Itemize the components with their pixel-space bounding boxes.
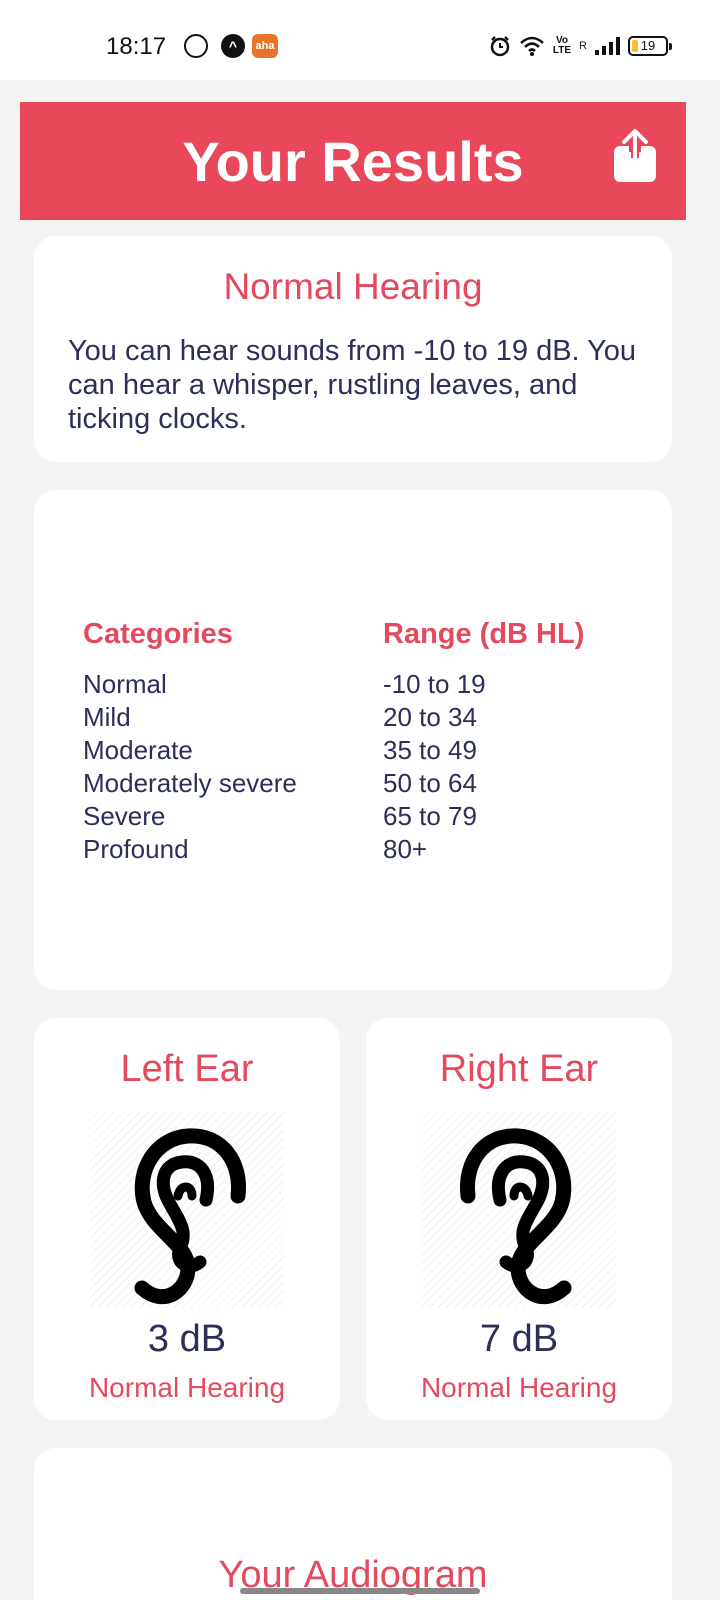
volte-indicator: Vo LTE	[552, 35, 572, 56]
audiogram-card: Your Audiogram	[34, 1448, 672, 1600]
aha-icon: aha	[252, 34, 278, 58]
left-ear-title: Left Ear	[120, 1048, 254, 1090]
right-ear-image	[422, 1112, 616, 1308]
whatsapp-icon	[184, 34, 208, 58]
left-ear-value: 3 dB	[147, 1318, 227, 1360]
category-cell: Normal	[83, 669, 167, 699]
range-cell: 35 to 49	[383, 735, 477, 765]
category-cell: Severe	[83, 801, 166, 831]
left-ear-image	[90, 1112, 284, 1308]
categories-card: Categories Range (dB HL) Normal Mild Mod…	[34, 490, 672, 990]
a-icon: ^	[221, 34, 245, 58]
category-cell: Moderate	[83, 735, 193, 765]
right-ear-title: Right Ear	[439, 1048, 599, 1090]
alarm-icon	[490, 36, 510, 57]
range-cell: 80+	[383, 834, 428, 864]
right-ear-value: 7 dB	[479, 1318, 559, 1360]
ear-icon	[460, 1128, 572, 1305]
battery-icon: 19	[628, 36, 672, 56]
battery-level: 19	[640, 38, 656, 53]
range-column: -10 to 19 20 to 34 35 to 49 50 to 64 65 …	[383, 668, 486, 866]
right-ear-status: Normal Hearing	[420, 1372, 618, 1403]
page-title: Your Results	[182, 130, 524, 193]
range-cell: 50 to 64	[383, 768, 477, 798]
right-ear-card: Right Ear 7 dB Normal Hearing	[366, 1018, 672, 1420]
status-indicators: Vo LTE R 19	[489, 32, 672, 60]
signal-icon	[595, 37, 620, 55]
category-cell: Mild	[83, 702, 131, 732]
range-cell: 20 to 34	[383, 702, 477, 732]
share-button[interactable]	[612, 128, 658, 184]
range-cell: 65 to 79	[383, 801, 477, 831]
range-cell: -10 to 19	[383, 669, 486, 699]
summary-description: You can hear sounds from -10 to 19 dB. Y…	[68, 335, 637, 435]
category-cell: Profound	[83, 834, 189, 864]
home-indicator[interactable]	[240, 1588, 480, 1594]
summary-title: Normal Hearing	[223, 266, 483, 307]
left-ear-status: Normal Hearing	[88, 1372, 286, 1403]
status-bar: 18:17 ^ aha Vo LTE R 19	[0, 0, 720, 80]
category-cell: Moderately severe	[83, 768, 297, 798]
summary-card: Normal Hearing You can hear sounds from …	[34, 236, 672, 462]
results-header: Your Results	[20, 102, 686, 220]
wifi-icon	[520, 36, 544, 56]
categories-header: Categories	[83, 618, 233, 650]
categories-column: Normal Mild Moderate Moderately severe S…	[83, 668, 297, 866]
share-icon	[614, 129, 656, 182]
status-time: 18:17	[106, 33, 167, 60]
ear-icon	[134, 1128, 246, 1305]
left-ear-card: Left Ear 3 dB Normal Hearing	[34, 1018, 340, 1420]
roaming-indicator: R	[579, 40, 587, 52]
range-header: Range (dB HL)	[383, 618, 585, 650]
